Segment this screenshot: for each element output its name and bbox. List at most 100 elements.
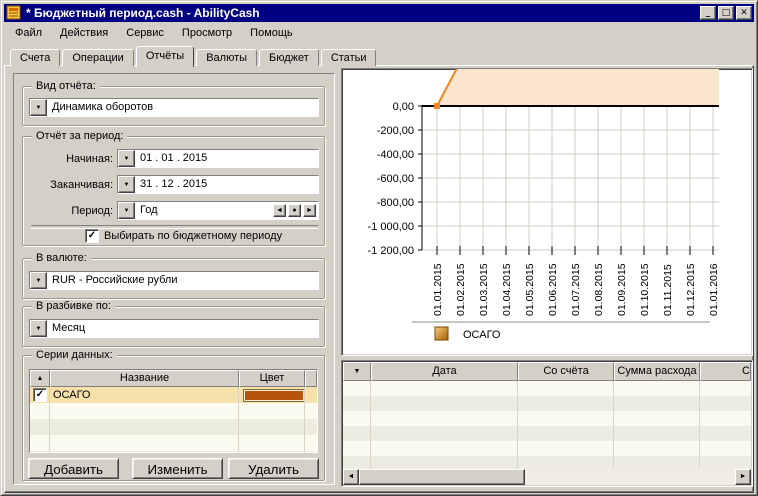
- window-title: * Бюджетный период.cash - AbilityCash: [26, 6, 700, 20]
- tab-1[interactable]: Операции: [62, 49, 133, 66]
- report-type-group: Вид отчёта: ▼ Динамика оборотов: [22, 86, 325, 126]
- empty-cell: [518, 396, 614, 411]
- y-axis-labels: 0,00-200,00-400,00-600,00-800,00-1 000,0…: [368, 101, 414, 257]
- edit-series-button[interactable]: Изменить: [132, 458, 223, 479]
- series-col-name[interactable]: Название: [50, 370, 239, 387]
- tab-5[interactable]: Статьи: [321, 49, 377, 66]
- series-checkbox[interactable]: ✓: [33, 388, 47, 402]
- empty-cell: [343, 441, 371, 456]
- operations-table[interactable]: ▼ДатаСо счётаСумма расходаС: [342, 362, 752, 471]
- end-date-field[interactable]: ▼ 31 . 12 . 2015: [117, 175, 319, 194]
- svg-text:-1 200,00: -1 200,00: [368, 245, 414, 257]
- budget-period-checkbox-row[interactable]: ✓ Выбирать по бюджетному периоду: [85, 229, 282, 243]
- scroll-left-icon[interactable]: ◄: [343, 469, 359, 485]
- currency-label: В валюте:: [32, 252, 91, 264]
- series-name-cell[interactable]: ОСАГО: [50, 387, 239, 403]
- empty-cell: [305, 419, 317, 435]
- dropdown-icon[interactable]: ▼: [30, 272, 47, 289]
- report-type-value: Динамика оборотов: [47, 99, 318, 116]
- breakdown-combo[interactable]: ▼ Месяц: [29, 319, 319, 338]
- delete-series-button[interactable]: Удалить: [228, 458, 319, 479]
- close-button[interactable]: ✕: [736, 6, 752, 20]
- horizontal-scrollbar[interactable]: ◄ ►: [343, 469, 751, 485]
- empty-cell: [30, 451, 50, 453]
- start-date-value[interactable]: 01 . 01 . 2015: [135, 150, 318, 167]
- area-fill: [437, 69, 719, 106]
- interval-combo[interactable]: ▼ Год ◄ ● ►: [117, 201, 319, 220]
- axes: [418, 105, 719, 255]
- col-from-account[interactable]: Со счёта: [518, 362, 614, 381]
- scrollbar-thumb[interactable]: [359, 469, 525, 485]
- minimize-button[interactable]: _: [700, 6, 716, 20]
- period-current-button[interactable]: ●: [288, 204, 301, 217]
- tab-2[interactable]: Отчёты: [136, 46, 194, 67]
- empty-cell: [50, 451, 239, 453]
- budget-period-checkbox[interactable]: ✓: [85, 229, 99, 243]
- empty-cell: [343, 426, 371, 441]
- end-date-value[interactable]: 31 . 12 . 2015: [135, 176, 318, 193]
- period-prev-button[interactable]: ◄: [273, 204, 286, 217]
- series-color-cell[interactable]: [239, 387, 305, 403]
- dropdown-icon[interactable]: ▼: [118, 150, 135, 167]
- series-color-swatch[interactable]: [244, 390, 304, 401]
- series-col-color[interactable]: Цвет: [239, 370, 305, 387]
- currency-combo[interactable]: ▼ RUR - Российские рубли: [29, 271, 319, 290]
- empty-cell: [30, 403, 50, 419]
- empty-cell: [700, 411, 751, 426]
- period-next-button[interactable]: ►: [303, 204, 316, 217]
- dropdown-icon[interactable]: ▼: [118, 176, 135, 193]
- table-row[interactable]: [343, 381, 751, 396]
- series-table[interactable]: ▲НазваниеЦвет✓ОСАГО: [29, 369, 318, 453]
- menu-item-3[interactable]: Просмотр: [173, 24, 241, 42]
- menu-item-1[interactable]: Действия: [51, 24, 117, 42]
- series-empty-row[interactable]: [30, 403, 317, 419]
- empty-cell: [371, 396, 518, 411]
- tab-4[interactable]: Бюджет: [259, 49, 319, 66]
- svg-text:01.01.2015: 01.01.2015: [432, 263, 444, 316]
- dropdown-icon[interactable]: ▼: [118, 202, 135, 219]
- series-check-cell[interactable]: ✓: [30, 387, 50, 403]
- maximize-button[interactable]: □: [718, 6, 734, 20]
- empty-cell: [700, 381, 751, 396]
- empty-cell: [700, 441, 751, 456]
- start-date-field[interactable]: ▼ 01 . 01 . 2015: [117, 149, 319, 168]
- scroll-right-icon[interactable]: ►: [735, 469, 751, 485]
- table-row[interactable]: [343, 396, 751, 411]
- series-empty-row[interactable]: [30, 419, 317, 435]
- table-row[interactable]: [343, 411, 751, 426]
- table-row[interactable]: [343, 441, 751, 456]
- table-row[interactable]: [343, 426, 751, 441]
- svg-text:01.12.2015: 01.12.2015: [685, 263, 697, 316]
- svg-text:01.04.2015: 01.04.2015: [501, 263, 513, 316]
- menu-item-0[interactable]: Файл: [6, 24, 51, 42]
- menu-item-4[interactable]: Помощь: [241, 24, 302, 42]
- gridlines: [422, 106, 719, 250]
- col-expense-sum[interactable]: Сумма расхода: [614, 362, 700, 381]
- report-settings-panel: Вид отчёта: ▼ Динамика оборотов Отчёт за…: [13, 73, 335, 485]
- tab-3[interactable]: Валюты: [196, 49, 257, 66]
- sort-desc-icon[interactable]: ▼: [343, 362, 371, 381]
- svg-text:-800,00: -800,00: [377, 197, 414, 209]
- legend-label: ОСАГО: [463, 329, 501, 341]
- add-series-button[interactable]: Добавить: [28, 458, 119, 479]
- tab-0[interactable]: Счета: [10, 49, 60, 66]
- series-empty-row[interactable]: [30, 435, 317, 451]
- series-row[interactable]: ✓ОСАГО: [30, 387, 317, 403]
- empty-cell: [50, 419, 239, 435]
- menu-bar: ФайлДействияСервисПросмотрПомощь: [4, 22, 754, 43]
- empty-cell: [305, 451, 317, 453]
- series-col-extra[interactable]: [305, 370, 317, 387]
- dropdown-icon[interactable]: ▼: [30, 99, 47, 116]
- breakdown-group: В разбивке по: ▼ Месяц: [22, 306, 325, 347]
- empty-cell: [700, 396, 751, 411]
- report-type-combo[interactable]: ▼ Динамика оборотов: [29, 98, 319, 117]
- empty-cell: [239, 403, 305, 419]
- end-date-label: Заканчивая:: [29, 179, 117, 191]
- col-truncated[interactable]: С: [700, 362, 751, 381]
- series-empty-row[interactable]: [30, 451, 317, 453]
- titlebar[interactable]: * Бюджетный период.cash - AbilityCash _ …: [4, 4, 754, 22]
- menu-item-2[interactable]: Сервис: [117, 24, 173, 42]
- sort-asc-icon[interactable]: ▲: [30, 370, 50, 387]
- col-date[interactable]: Дата: [371, 362, 518, 381]
- dropdown-icon[interactable]: ▼: [30, 320, 47, 337]
